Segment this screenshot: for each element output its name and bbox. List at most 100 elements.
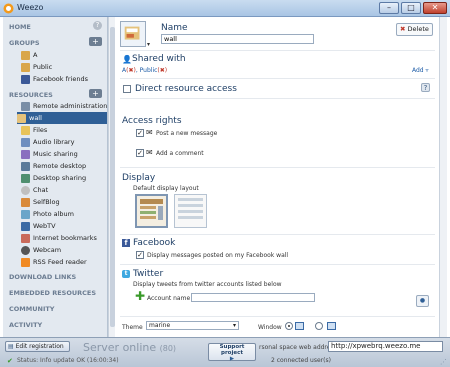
facebook-option-checkbox[interactable]: ✓ (136, 251, 144, 259)
post-new-message-label: Post a new message (156, 130, 218, 137)
direct-access-label: Direct resource access (135, 84, 237, 94)
edit-registration-button[interactable]: ▤ Edit registration (5, 341, 70, 352)
sidebar-scrollbar[interactable] (108, 17, 115, 337)
facebook-label: Facebook (133, 238, 176, 248)
add-group-button[interactable]: + (89, 37, 102, 46)
shared-group-public[interactable]: Public (140, 67, 158, 74)
add-account-button[interactable]: ● (416, 295, 429, 307)
connected-users: 2 connected user(s) (271, 357, 331, 364)
sidebar-item-rss-feed-reader[interactable]: RSS Feed reader (21, 256, 107, 268)
web-address-label: rsonal space web address (259, 344, 337, 351)
delete-button[interactable]: ✖ Delete (396, 23, 433, 36)
sidebar-item-photo-album[interactable]: Photo album (21, 208, 107, 220)
support-project-button[interactable]: Support project ▶ (208, 343, 256, 362)
photo-icon (21, 209, 30, 219)
account-name-label: Account name (147, 295, 191, 302)
rss-icon (21, 257, 30, 267)
sidebar-embedded-resources[interactable]: EMBEDDED RESOURCES (9, 289, 96, 297)
chat-icon (21, 185, 30, 195)
tv-icon (21, 221, 30, 231)
theme-select[interactable]: marine ▾ (146, 321, 239, 330)
main-scrollbar[interactable] (439, 17, 447, 337)
layout-option-1[interactable] (135, 194, 168, 228)
status-bar: ▤ Edit registration ✔ Status: Info updat… (0, 337, 450, 367)
sidebar-item-group-facebook[interactable]: Facebook friends (21, 73, 107, 85)
sidebar-item-internet-bookmarks[interactable]: Internet bookmarks (21, 232, 107, 244)
help-icon[interactable]: ? (93, 21, 102, 30)
blog-icon (21, 197, 30, 207)
sidebar-community[interactable]: COMMUNITY (9, 305, 55, 313)
sidebar-item-chat[interactable]: Chat (21, 184, 107, 196)
name-label: Name (161, 23, 188, 33)
maximize-button[interactable]: □ (401, 2, 421, 14)
help-icon[interactable]: ? (421, 83, 430, 92)
wall-icon (124, 26, 140, 40)
post-new-message-checkbox[interactable]: ✓ (136, 129, 144, 137)
sidebar-activity[interactable]: ACTIVITY (9, 321, 42, 329)
name-input[interactable] (161, 34, 314, 44)
chevron-down-icon[interactable]: ▾ (147, 41, 150, 48)
resource-icon-picker[interactable] (120, 21, 146, 47)
remove-a-icon[interactable]: (✖) (126, 67, 136, 74)
weezo-logo-icon (3, 3, 14, 14)
window-label: Window (258, 324, 282, 331)
close-button[interactable]: ✕ (423, 2, 447, 14)
status-text: Status: Info update OK (16:00:34) (17, 357, 119, 364)
sidebar-item-webtv[interactable]: WebTV (21, 220, 107, 232)
add-resource-button[interactable]: + (89, 89, 102, 98)
desktop-share-icon (21, 173, 30, 183)
facebook-icon: f (122, 239, 130, 247)
facebook-option-label: Display messages posted on my Facebook w… (147, 252, 289, 259)
sidebar-resources-header[interactable]: RESOURCES (9, 91, 53, 99)
sidebar-download-links[interactable]: DOWNLOAD LINKS (9, 273, 76, 281)
layout-option-2[interactable] (174, 194, 207, 228)
resize-grip-icon[interactable]: ⋰ (440, 358, 447, 366)
sidebar-item-group-public[interactable]: Public (21, 61, 107, 73)
status-ok-icon: ✔ (7, 357, 13, 365)
add-share-link[interactable]: Add ▿ (412, 67, 429, 74)
sidebar-item-desktop-sharing[interactable]: Desktop sharing (21, 172, 107, 184)
sidebar-item-files[interactable]: Files (21, 124, 107, 136)
server-status: Server online (80) (83, 341, 177, 354)
sidebar-groups-header[interactable]: GROUPS (9, 39, 40, 47)
sidebar-item-group-a[interactable]: A (21, 49, 107, 61)
sidebar-item-music-sharing[interactable]: Music sharing (21, 148, 107, 160)
window-radio-2[interactable] (315, 322, 323, 330)
sidebar-item-remote-admin[interactable]: Remote administration (21, 100, 107, 112)
window-radio-1[interactable] (285, 322, 293, 330)
twitter-icon: t (122, 270, 130, 278)
webcam-icon (21, 245, 30, 255)
add-comment-label: Add a comment (156, 150, 204, 157)
sidebar-scroll-thumb[interactable] (110, 27, 115, 327)
music-icon (21, 149, 30, 159)
chevron-down-icon: ▿ (425, 67, 429, 74)
twitter-label: Twitter (133, 269, 164, 279)
shared-with-label: Shared with (132, 54, 186, 64)
direct-access-checkbox[interactable] (123, 85, 131, 93)
folder-icon (21, 125, 30, 135)
sidebar-home[interactable]: HOME (9, 23, 31, 31)
window-title: Weezo (17, 3, 44, 12)
user-icon (21, 50, 30, 60)
audio-icon (21, 137, 30, 147)
window-layout-icon-1 (295, 322, 304, 330)
account-name-input[interactable] (191, 293, 315, 302)
minimize-button[interactable]: – (379, 2, 399, 14)
admin-icon (21, 101, 30, 111)
delete-icon: ✖ (400, 25, 406, 33)
sidebar-item-webcam[interactable]: Webcam (21, 244, 107, 256)
add-comment-checkbox[interactable]: ✓ (136, 149, 144, 157)
web-address-field[interactable]: http://xpwebrq.weezo.me (328, 341, 443, 352)
twitter-description: Display tweets from twitter accounts lis… (133, 281, 282, 288)
default-layout-label: Default display layout (133, 185, 199, 192)
remove-public-icon[interactable]: (✖) (157, 67, 167, 74)
add-account-icon[interactable]: ✚ (135, 290, 145, 302)
facebook-icon (21, 74, 30, 84)
play-icon: ▶ (229, 356, 235, 362)
sidebar-item-remote-desktop[interactable]: Remote desktop (21, 160, 107, 172)
sidebar-item-wall[interactable]: wall (17, 112, 107, 124)
user-icon (21, 62, 30, 72)
sidebar-item-selfblog[interactable]: SelfBlog (21, 196, 107, 208)
bookmark-icon (21, 233, 30, 243)
sidebar-item-audio-library[interactable]: Audio library (21, 136, 107, 148)
